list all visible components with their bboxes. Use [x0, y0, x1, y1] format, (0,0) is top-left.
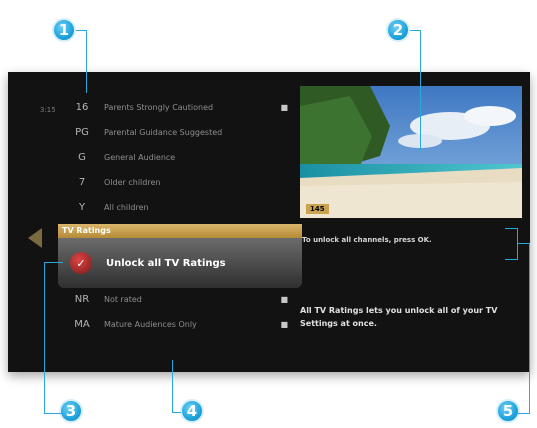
rating-label: All children	[104, 202, 149, 212]
rating-item-general-audience[interactable]: G General Audience	[74, 146, 296, 168]
leader-line-3	[44, 262, 63, 414]
unlock-icon: ✓	[70, 252, 92, 274]
rating-g-icon: G	[78, 151, 86, 163]
rating-label: Parents Strongly Cautioned	[104, 102, 214, 112]
rating-y7-icon: 7	[78, 176, 86, 188]
rating-label: Mature Audiences Only	[104, 319, 197, 329]
leader-line-2	[410, 30, 421, 151]
callout-badge-4: 4	[180, 399, 204, 423]
lock-icon: ■	[280, 319, 288, 329]
lock-icon: ■	[280, 294, 288, 304]
rating-y-icon: Y	[78, 201, 86, 213]
rating-pg-icon: PG	[75, 126, 89, 138]
rating-16-icon: 16	[75, 101, 89, 113]
rating-item-mature-audiences[interactable]: MA Mature Audiences Only ■	[74, 313, 296, 335]
leader-line-5	[517, 243, 530, 414]
item-description: All TV Ratings lets you unlock all of yo…	[300, 306, 498, 328]
unlock-hint: To unlock all channels, press OK.	[302, 236, 432, 244]
rating-item-not-rated[interactable]: NR Not rated ■	[74, 288, 296, 310]
rating-item-older-children[interactable]: 7 Older children	[74, 171, 296, 193]
rating-nr-icon: NR	[74, 293, 90, 305]
rating-label: General Audience	[104, 152, 176, 162]
rating-item-parents-strongly-cautioned[interactable]: 16 Parents Strongly Cautioned ■	[74, 96, 296, 118]
unlock-all-tv-ratings-button[interactable]: ✓ Unlock all TV Ratings	[58, 238, 302, 288]
callout-badge-2: 2	[386, 18, 410, 42]
back-arrow-icon[interactable]	[28, 228, 42, 248]
leader-line-4	[172, 360, 181, 413]
rating-item-all-children[interactable]: Y All children	[74, 196, 296, 218]
rating-label: Older children	[104, 177, 161, 187]
callout-badge-1: 1	[52, 18, 76, 42]
selected-item-label: Unlock all TV Ratings	[106, 257, 226, 269]
rating-ma-icon: MA	[74, 318, 90, 330]
rating-item-parental-guidance[interactable]: PG Parental Guidance Suggested	[74, 121, 296, 143]
rating-label: Not rated	[104, 294, 142, 304]
leader-line-1	[76, 30, 87, 93]
section-header-tv-ratings: TV Ratings	[58, 224, 302, 238]
clock: 3:15	[40, 106, 56, 114]
lock-icon: ■	[280, 102, 288, 112]
rating-label: Parental Guidance Suggested	[104, 127, 223, 137]
channel-number: 145	[306, 204, 329, 214]
tv-screen: 3:15 16 Parents Strongly Cautioned ■ PG …	[8, 72, 530, 372]
